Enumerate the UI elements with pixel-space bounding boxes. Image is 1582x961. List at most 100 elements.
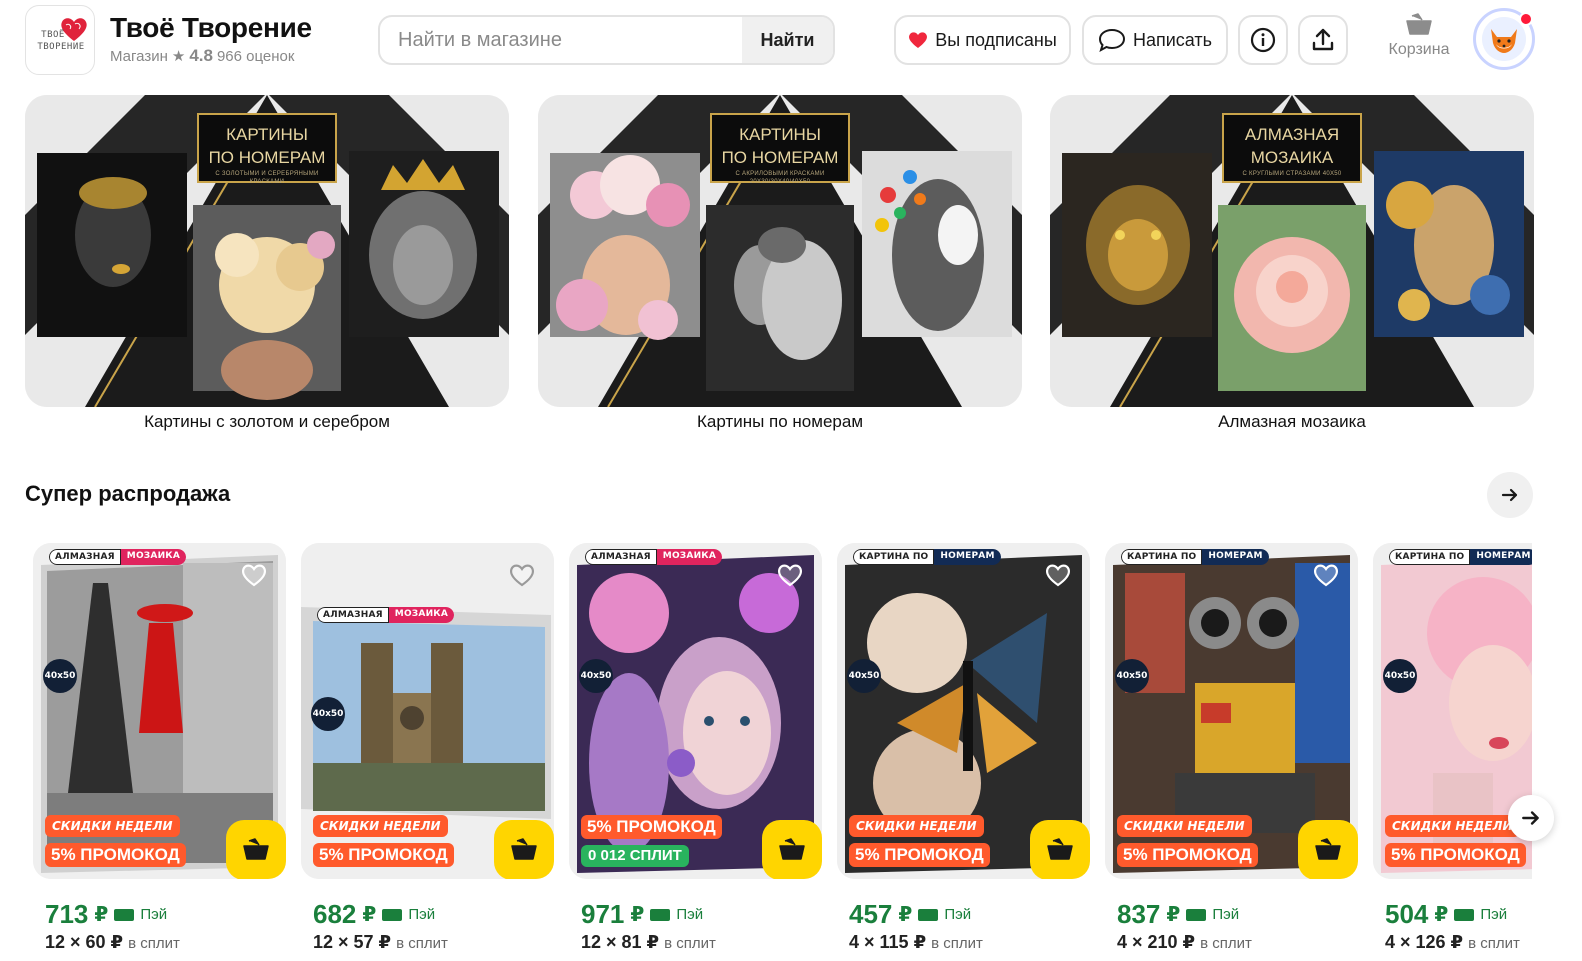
cart-basket-icon <box>1047 838 1073 860</box>
add-to-cart-button[interactable] <box>1298 820 1358 879</box>
subscribe-button[interactable]: Вы подписаны <box>894 15 1071 65</box>
star-icon: ★ <box>171 48 186 65</box>
product-image[interactable]: АЛМАЗНАЯ МОЗАИКА 40x50 СКИДКИ НЕДЕЛИ 5% … <box>301 543 554 879</box>
product-card[interactable]: КАРТИНА ПО НОМЕРАМ 40x50 СКИДКИ НЕДЕЛИ 5… <box>1373 543 1532 953</box>
category-banner-title: АЛМАЗНАЯ МОЗАИКА С КРУГЛЫМИ СТРАЗАМИ 40Х… <box>1222 113 1362 183</box>
add-to-cart-button[interactable] <box>494 820 554 879</box>
product-type-tag-1: АЛМАЗНАЯ <box>317 607 389 623</box>
product-type-tag: АЛМАЗНАЯ МОЗАИКА <box>49 549 187 565</box>
add-to-cart-button[interactable] <box>762 820 822 879</box>
shop-meta: Магазин ★ 4.8 966 оценок <box>110 46 294 66</box>
banner-title-small: С ЗОЛОТЫМИ И СЕРЕБРЯНЫМИ КРАСКАМИ <box>215 171 319 185</box>
badge-promo: 5% ПРОМОКОД <box>581 815 722 839</box>
size-badge: 40x50 <box>579 659 613 693</box>
cart-basket-icon <box>1315 838 1341 860</box>
product-type-tag-2: НОМЕРАМ <box>934 549 1001 565</box>
shop-logo[interactable]: ТВОЁ ТВОРЕНИЕ <box>25 5 95 75</box>
category-caption[interactable]: Алмазная мозаика <box>1050 412 1534 432</box>
product-card[interactable]: АЛМАЗНАЯ МОЗАИКА 40x50 СКИДКИ НЕДЕЛИ 5% … <box>33 543 286 953</box>
write-message-label: Написать <box>1132 29 1213 50</box>
favorite-heart-icon[interactable] <box>508 561 536 589</box>
split-row: 12 × 57 ₽ в сплит <box>301 932 554 953</box>
pay-label: Пэй <box>408 906 436 923</box>
info-icon <box>1250 27 1276 53</box>
badge-week-sale: СКИДКИ НЕДЕЛИ <box>1385 815 1520 837</box>
product-card[interactable]: КАРТИНА ПО НОМЕРАМ 40x50 СКИДКИ НЕДЕЛИ 5… <box>1105 543 1358 953</box>
share-upload-icon <box>1312 28 1334 51</box>
badge-promo: 5% ПРОМОКОД <box>45 843 186 867</box>
banner-title-line1: КАРТИНЫ <box>739 125 821 144</box>
product-type-tag: АЛМАЗНАЯ МОЗАИКА <box>585 549 723 565</box>
category-card-gold-silver[interactable]: КАРТИНЫ ПО НОМЕРАМ С ЗОЛОТЫМИ И СЕРЕБРЯН… <box>25 95 509 432</box>
arrow-right-icon <box>1522 811 1539 825</box>
info-button[interactable] <box>1238 15 1288 65</box>
product-card[interactable]: АЛМАЗНАЯ МОЗАИКА 40x50 5% ПРОМОКОД 0 012… <box>569 543 822 953</box>
pay-card-icon <box>918 908 939 921</box>
product-carousel: АЛМАЗНАЯ МОЗАИКА 40x50 СКИДКИ НЕДЕЛИ 5% … <box>0 543 1532 961</box>
size-badge: 40x50 <box>43 659 77 693</box>
split-label: в сплит <box>1468 935 1520 952</box>
product-image[interactable]: АЛМАЗНАЯ МОЗАИКА 40x50 5% ПРОМОКОД 0 012… <box>569 543 822 879</box>
product-card[interactable]: АЛМАЗНАЯ МОЗАИКА 40x50 СКИДКИ НЕДЕЛИ 5% … <box>301 543 554 953</box>
search-input[interactable] <box>380 17 744 63</box>
pay-label: Пэй <box>676 906 704 923</box>
split-row: 12 × 81 ₽ в сплит <box>569 932 822 953</box>
pay-card-icon <box>382 908 403 921</box>
badge-week-sale: СКИДКИ НЕДЕЛИ <box>45 815 180 837</box>
price-value: 682 <box>313 899 357 929</box>
banner-title-line1: КАРТИНЫ <box>226 125 308 144</box>
product-type-tag-2: МОЗАИКА <box>120 549 187 565</box>
cart-link[interactable]: Корзина <box>1384 12 1454 72</box>
category-caption[interactable]: Картины с золотом и серебром <box>25 412 509 432</box>
category-card-diamond-mosaic[interactable]: АЛМАЗНАЯ МОЗАИКА С КРУГЛЫМИ СТРАЗАМИ 40Х… <box>1050 95 1534 432</box>
product-image[interactable]: КАРТИНА ПО НОМЕРАМ 40x50 СКИДКИ НЕДЕЛИ 5… <box>1105 543 1358 879</box>
logo-text-line2: ТВОРЕНИЕ <box>37 42 85 52</box>
pay-card-icon <box>114 908 135 921</box>
favorite-heart-icon[interactable] <box>776 561 804 589</box>
price-row: 971 ₽ Пэй <box>569 899 822 930</box>
cart-basket-icon <box>243 838 269 860</box>
favorite-heart-icon[interactable] <box>1312 561 1340 589</box>
product-type-tag: КАРТИНА ПО НОМЕРАМ <box>1389 549 1532 565</box>
shop-title[interactable]: Твоё Творение <box>110 12 312 44</box>
cart-basket-icon <box>1406 13 1432 35</box>
category-banner-title: КАРТИНЫ ПО НОМЕРАМ С АКРИЛОВЫМИ КРАСКАМИ… <box>710 113 850 185</box>
product-card[interactable]: КАРТИНА ПО НОМЕРАМ 40x50 СКИДКИ НЕДЕЛИ 5… <box>837 543 1090 953</box>
favorite-heart-icon[interactable] <box>240 561 268 589</box>
split-row: 4 × 210 ₽ в сплит <box>1105 932 1358 953</box>
split-row: 4 × 115 ₽ в сплит <box>837 932 1090 953</box>
shop-header: ТВОЁ ТВОРЕНИЕ Твоё Творение Магазин ★ 4.… <box>0 0 1582 84</box>
product-image[interactable]: КАРТИНА ПО НОМЕРАМ 40x50 СКИДКИ НЕДЕЛИ 5… <box>1373 543 1532 879</box>
pay-label: Пэй <box>1480 906 1508 923</box>
share-button[interactable] <box>1298 15 1348 65</box>
product-image[interactable]: КАРТИНА ПО НОМЕРАМ 40x50 СКИДКИ НЕДЕЛИ 5… <box>837 543 1090 879</box>
product-image[interactable]: АЛМАЗНАЯ МОЗАИКА 40x50 СКИДКИ НЕДЕЛИ 5% … <box>33 543 286 879</box>
price-row: 504 ₽ Пэй <box>1373 899 1532 930</box>
search-button[interactable]: Найти <box>742 17 833 63</box>
price-row: 837 ₽ Пэй <box>1105 899 1358 930</box>
add-to-cart-button[interactable] <box>1030 820 1090 879</box>
product-type-tag-2: НОМЕРАМ <box>1202 549 1269 565</box>
split-label: в сплит <box>128 935 180 952</box>
section-title[interactable]: Супер распродажа <box>25 481 230 507</box>
category-caption[interactable]: Картины по номерам <box>538 412 1022 432</box>
category-banner-title: КАРТИНЫ ПО НОМЕРАМ С ЗОЛОТЫМИ И СЕРЕБРЯН… <box>197 113 337 185</box>
shop-reviews-count[interactable]: 966 оценок <box>217 48 295 65</box>
write-message-button[interactable]: Написать <box>1082 15 1228 65</box>
shop-rating: 4.8 <box>189 46 213 65</box>
subscribe-label: Вы подписаны <box>935 29 1057 50</box>
product-type-tag: АЛМАЗНАЯ МОЗАИКА <box>317 607 455 623</box>
banner-title-line2: ПО НОМЕРАМ <box>208 148 326 167</box>
cart-basket-icon <box>511 838 537 860</box>
size-badge: 40x50 <box>1115 659 1149 693</box>
section-see-all-button[interactable] <box>1487 472 1533 518</box>
favorite-heart-icon[interactable] <box>1044 561 1072 589</box>
shop-search: Найти <box>378 15 835 65</box>
price-value: 457 <box>849 899 893 929</box>
category-card-paint-by-numbers[interactable]: КАРТИНЫ ПО НОМЕРАМ С АКРИЛОВЫМИ КРАСКАМИ… <box>538 95 1022 432</box>
carousel-next-button[interactable] <box>1508 795 1554 841</box>
banner-title-small: С АКРИЛОВЫМИ КРАСКАМИ 20Х30/30Х40/40Х50 <box>735 171 825 185</box>
product-type-tag-1: КАРТИНА ПО <box>1389 549 1471 565</box>
add-to-cart-button[interactable] <box>226 820 286 879</box>
pay-label: Пэй <box>140 906 168 923</box>
